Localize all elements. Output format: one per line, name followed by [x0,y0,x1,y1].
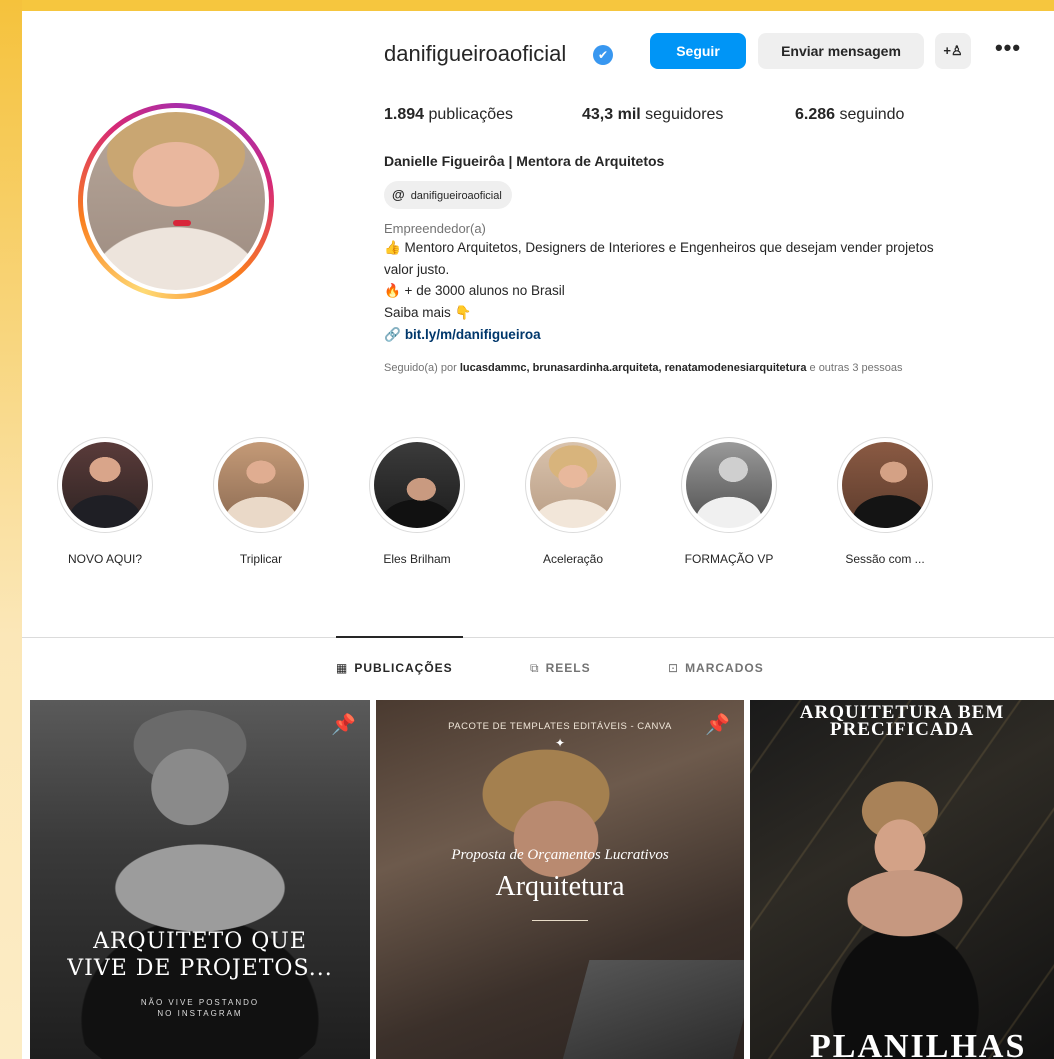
followed-by-text[interactable]: Seguido(a) por lucasdammc, brunasardinha… [384,362,902,374]
threads-badge[interactable]: @ danifigueiroaoficial [384,181,512,209]
frame-left-border [0,0,22,1059]
posts-count-stat: 1.894 publicações [384,106,513,123]
sparkle-icon: ✦ [554,736,566,750]
following-stat[interactable]: 6.286 seguindo [795,106,904,124]
highlight-item[interactable]: Aceleração [518,437,628,566]
tabs-divider [22,637,1054,638]
highlight-label: Triplicar [239,552,283,566]
post-overlay-title: ARQUITETO QUE VIVE DE PROJETOS... [67,929,333,981]
tab-marcados[interactable]: ⊡ MARCADOS [668,661,764,675]
profile-username: danifigueiroaoficial [384,41,567,66]
highlight-label: Sessão com ... [845,552,925,566]
highlight-cover [62,442,148,528]
highlight-cover [218,442,304,528]
highlight-item[interactable]: Sessão com ... [830,437,940,566]
post-overlay-subtitle: Proposta de Orçamentos Lucrativos [451,847,669,863]
highlight-item[interactable]: Eles Brilham [362,437,472,566]
highlight-item[interactable]: Triplicar [206,437,316,566]
highlight-cover [686,442,772,528]
post-overlay-caption: PLANILHAS [810,1028,1027,1059]
profile-display-name: Danielle Figueirôa | Mentora de Arquitet… [384,153,665,169]
link-icon: 🔗 [384,327,401,342]
profile-category: Empreendedor(a) [384,221,486,236]
send-message-button[interactable]: Enviar mensagem [758,33,924,69]
highlight-label: Eles Brilham [383,552,451,566]
highlight-label: FORMAÇÃO VP [684,552,774,566]
post-overlay-title: Arquitetura [495,871,625,902]
verified-badge-icon: ✔ [593,45,613,65]
tab-reels[interactable]: ⧉ REELS [530,661,591,676]
highlight-cover [842,442,928,528]
pinned-post-icon: 📌 [331,714,356,736]
bio-line: Saiba mais 👇 [384,305,472,320]
profile-avatar[interactable] [78,103,274,299]
post-tile[interactable]: ARQUITETURA BEM PRECIFICADA PLANILHAS [750,700,1054,1059]
post-overlay-caption: PACOTE DE TEMPLATES EDITÁVEIS - CANVA [448,721,672,732]
profile-page: danifigueiroaoficial ✔ Seguir Enviar men… [22,11,1054,1059]
post-overlay-title: ARQUITETURA BEM PRECIFICADA [799,702,1005,740]
active-tab-indicator [336,636,463,638]
bio-line: valor justo. [384,262,450,277]
highlight-label: NOVO AQUI? [67,552,143,566]
bio-link[interactable]: 🔗 bit.ly/m/danifigueiroa [384,327,541,343]
grid-icon: ▦ [336,661,349,675]
bio-line: 👍 Mentoro Arquitetos, Designers de Inter… [384,240,934,255]
follow-button[interactable]: Seguir [650,33,746,69]
highlight-label: Aceleração [542,552,604,566]
bio-line: 🔥 + de 3000 alunos no Brasil [384,283,565,298]
post-overlay-subtitle: NÃO VIVE POSTANDO NO INSTAGRAM [140,998,260,1018]
highlight-cover [374,442,460,528]
highlight-item[interactable]: NOVO AQUI? [50,437,160,566]
suggest-users-button[interactable]: +♙ [935,33,971,69]
highlight-cover [530,442,616,528]
highlight-item[interactable]: FORMAÇÃO VP [674,437,784,566]
post-tile[interactable]: 📌 ARQUITETO QUE VIVE DE PROJETOS... NÃO … [30,700,370,1059]
tagged-icon: ⊡ [668,661,680,675]
post-tile[interactable]: 📌 PACOTE DE TEMPLATES EDITÁVEIS - CANVA … [376,700,744,1059]
threads-icon: @ [392,187,405,202]
more-options-icon[interactable]: ••• [988,33,1028,69]
frame-top-border [0,0,1054,11]
avatar-photo [87,112,265,290]
tab-publicacoes[interactable]: ▦ PUBLICAÇÕES [336,661,453,675]
divider-line [532,920,588,921]
followers-stat[interactable]: 43,3 mil seguidores [582,106,723,124]
reels-icon: ⧉ [530,661,540,675]
